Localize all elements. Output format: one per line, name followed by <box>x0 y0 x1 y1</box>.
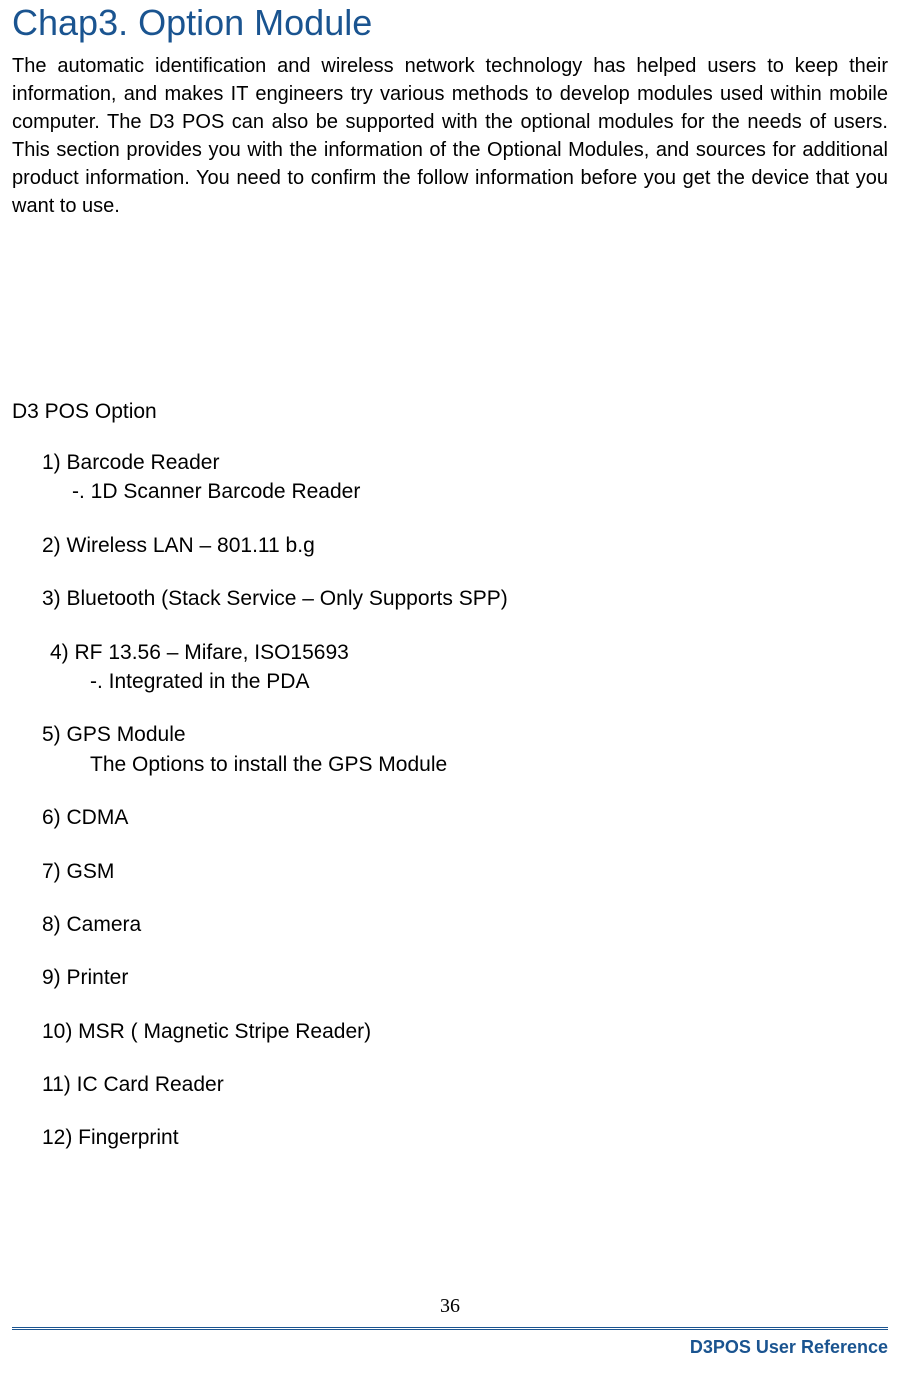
option-10: 10) MSR ( Magnetic Stripe Reader) <box>42 1017 888 1046</box>
option-1-sub: -. 1D Scanner Barcode Reader <box>72 477 888 506</box>
option-5: 5) GPS Module The Options to install the… <box>42 720 888 779</box>
option-7: 7) GSM <box>42 857 888 886</box>
option-1-label: 1) Barcode Reader <box>42 448 888 477</box>
option-4-sub: -. Integrated in the PDA <box>90 667 888 696</box>
option-4-label: 4) RF 13.56 – Mifare, ISO15693 <box>50 638 888 667</box>
option-4: 4) RF 13.56 – Mifare, ISO15693 -. Integr… <box>42 638 888 697</box>
option-5-sub: The Options to install the GPS Module <box>90 750 888 779</box>
footer-divider <box>12 1327 888 1330</box>
section-title: D3 POS Option <box>12 400 888 424</box>
chapter-intro: The automatic identification and wireles… <box>12 52 888 220</box>
option-8: 8) Camera <box>42 910 888 939</box>
option-5-label: 5) GPS Module <box>42 720 888 749</box>
page-number: 36 <box>440 1295 460 1318</box>
footer-reference: D3POS User Reference <box>690 1337 888 1358</box>
option-11: 11) IC Card Reader <box>42 1070 888 1099</box>
option-12: 12) Fingerprint <box>42 1123 888 1152</box>
option-9: 9) Printer <box>42 963 888 992</box>
option-1: 1) Barcode Reader -. 1D Scanner Barcode … <box>42 448 888 507</box>
option-3: 3) Bluetooth (Stack Service – Only Suppo… <box>42 584 888 613</box>
option-6: 6) CDMA <box>42 803 888 832</box>
chapter-title: Chap3. Option Module <box>12 2 888 44</box>
option-2: 2) Wireless LAN – 801.11 b.g <box>42 531 888 560</box>
option-list: 1) Barcode Reader -. 1D Scanner Barcode … <box>42 448 888 1153</box>
